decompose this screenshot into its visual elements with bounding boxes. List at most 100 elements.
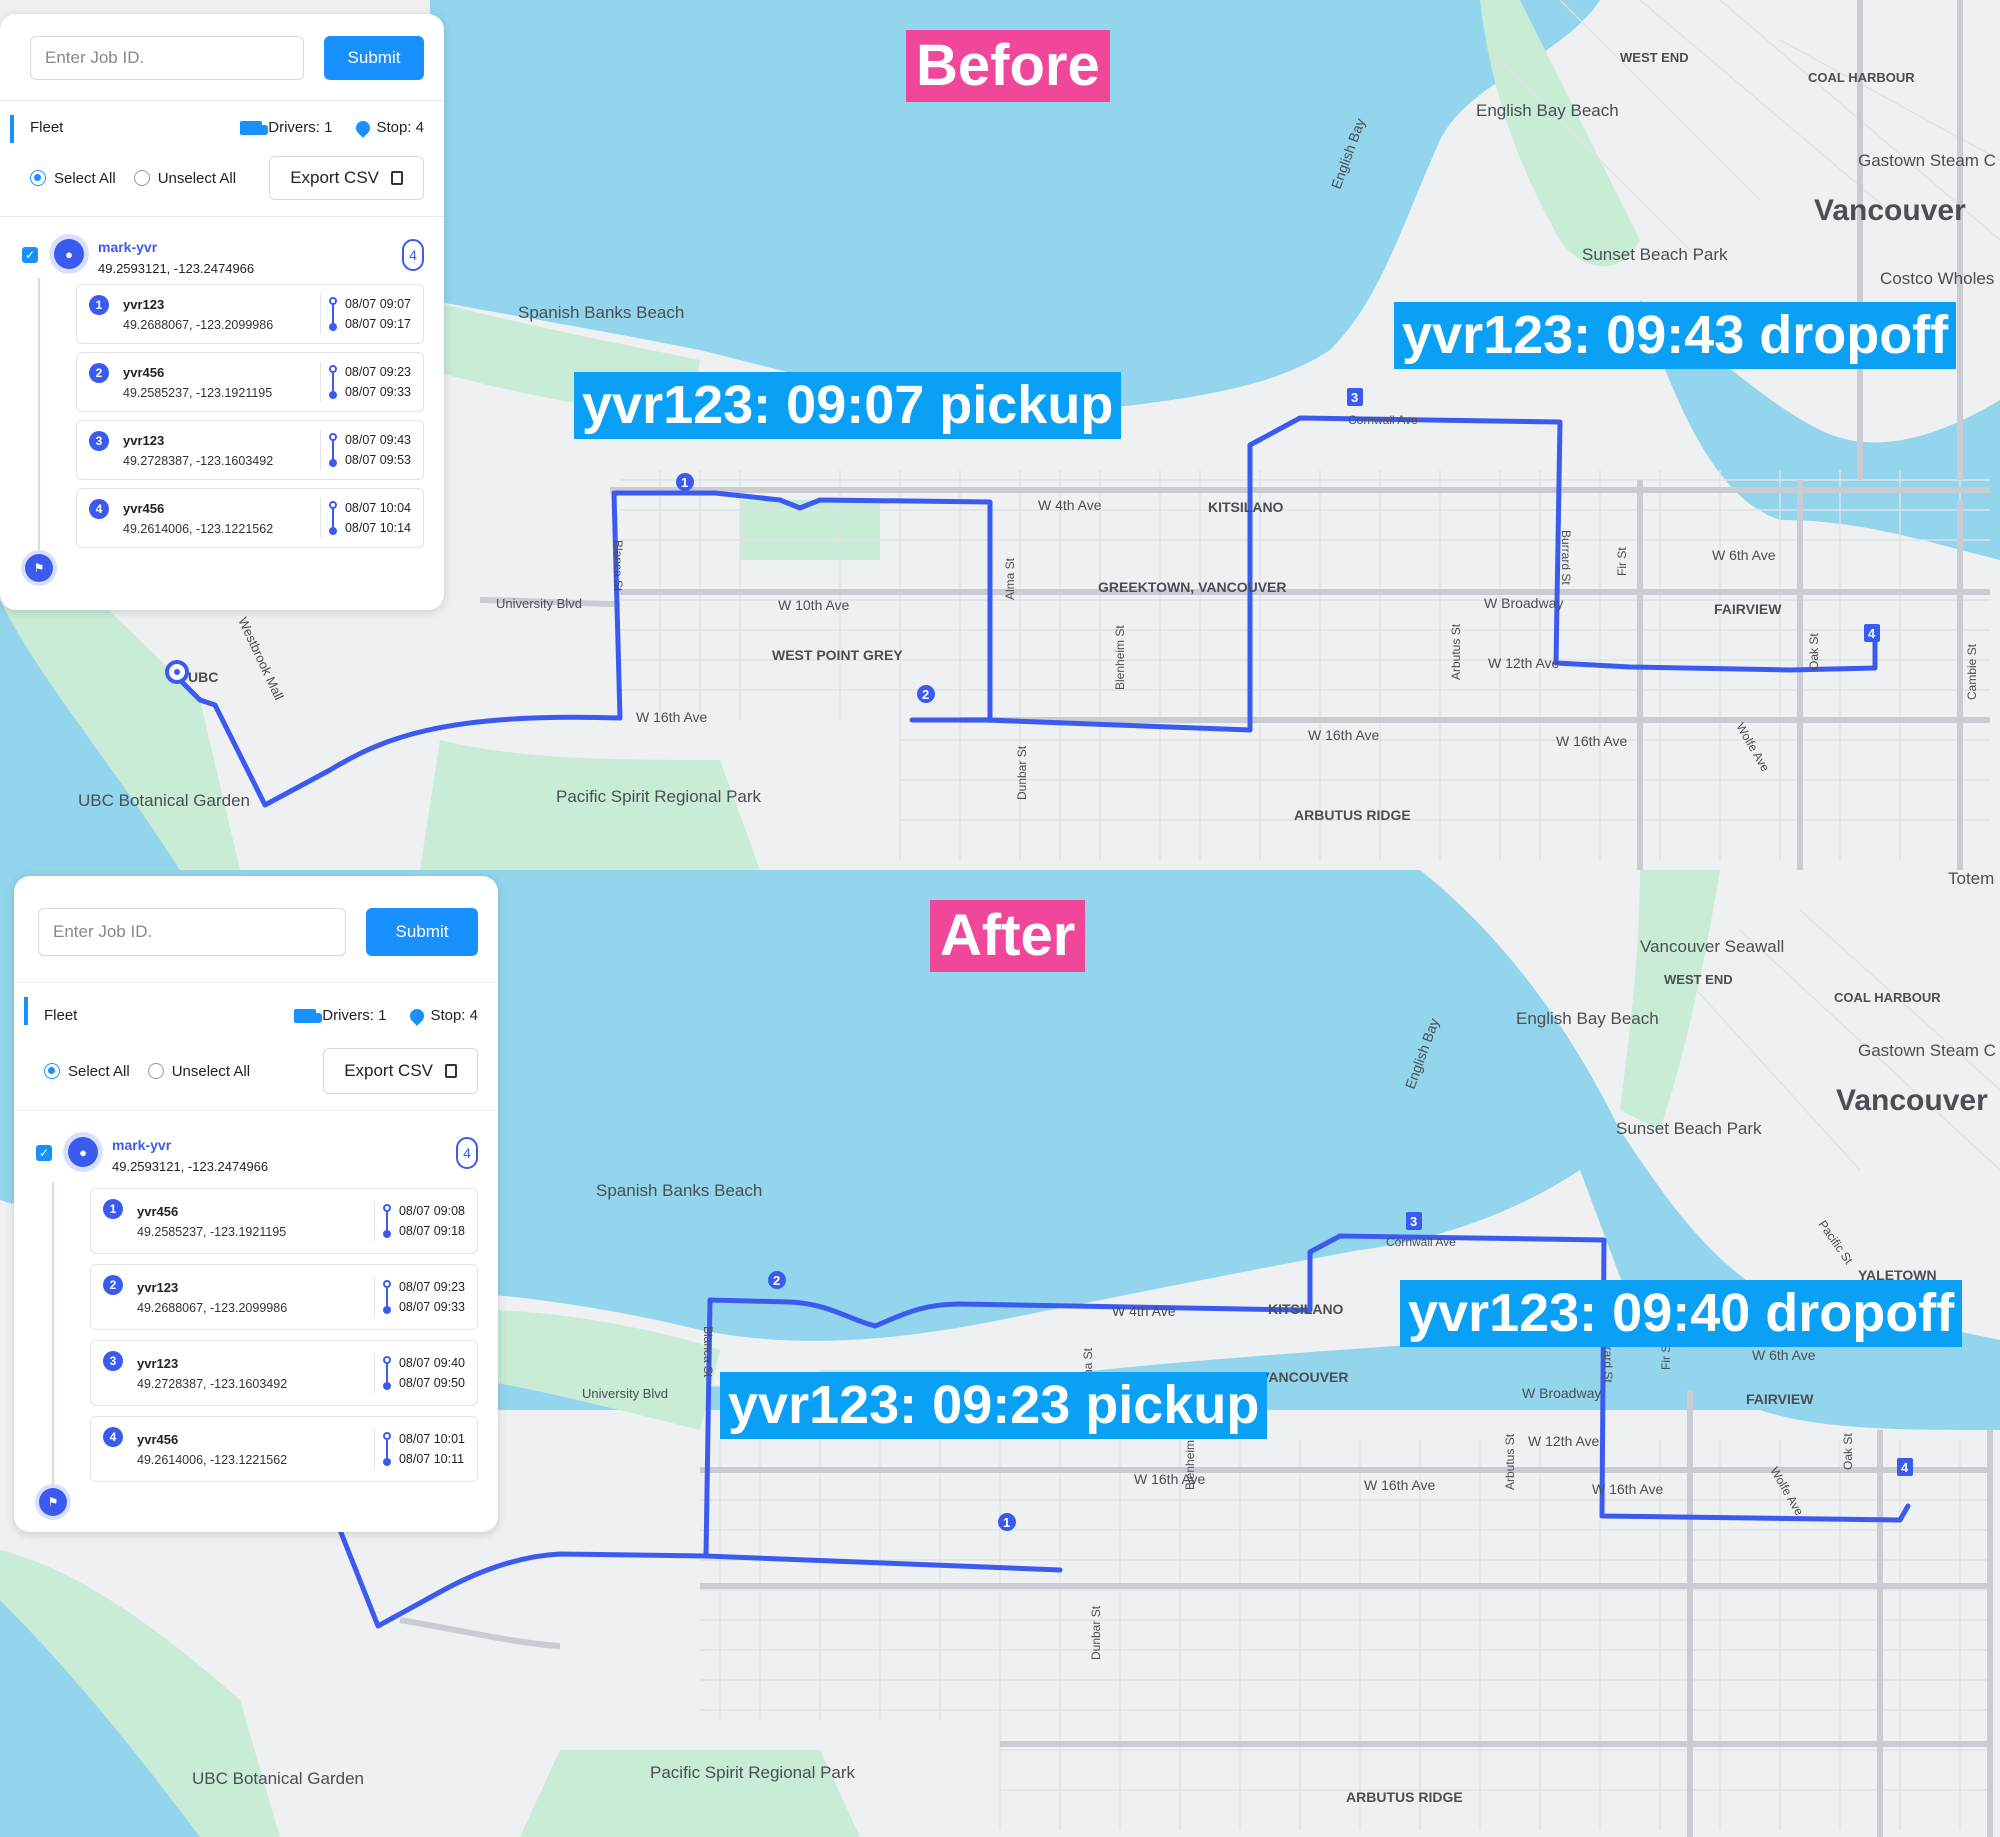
svg-text:Vancouver Seawall: Vancouver Seawall [1640,937,1784,956]
driver-row[interactable]: ✓ ● mark-yvr 49.2593121, -123.2474966 4 [14,1111,498,1174]
stop-card[interactable]: 3 yvr123 49.2728387, -123.1603492 08/07 09:… [90,1340,478,1406]
driver-stop-count-badge: 4 [402,239,424,271]
unselect-all-radio[interactable]: Unselect All [147,1063,250,1080]
svg-text:2: 2 [922,687,929,702]
timeline-icon [328,365,337,399]
copy-icon [445,1064,457,1078]
svg-text:University Blvd: University Blvd [582,1386,668,1401]
svg-text:Arbutus St: Arbutus St [1449,623,1463,680]
stops-count: Stop: 4 [376,119,424,136]
export-csv-button[interactable]: Export CSV [269,156,424,200]
fleet-summary: Fleet Drivers: 1 Stop: 4 [14,983,498,1026]
stop-job-id: yvr456 [123,500,165,516]
driver-name[interactable]: mark-yvr [98,239,402,255]
fleet-panel: Enter Job ID. Submit Fleet Drivers: 1 St… [14,876,498,1532]
driver-checkbox[interactable]: ✓ [36,1145,52,1161]
svg-text:1: 1 [1003,1515,1010,1530]
stop-job-id: yvr123 [137,1355,179,1371]
stop-time-window: 08/07 09:07 08/07 09:17 [319,294,411,334]
stop-card[interactable]: 4 yvr456 49.2614006, -123.1221562 08/07 10:… [76,488,424,548]
svg-text:W 12th Ave: W 12th Ave [1488,655,1560,671]
svg-text:Dunbar St: Dunbar St [1015,745,1029,800]
stop-card[interactable]: 3 yvr123 49.2728387, -123.1603492 08/07 09:… [76,420,424,480]
svg-text:W 16th Ave: W 16th Ave [1592,1481,1664,1497]
stop-time-window: 08/07 09:43 08/07 09:53 [319,430,411,470]
stop-number-badge: 4 [89,499,109,519]
driver-row[interactable]: ✓ ● mark-yvr 49.2593121, -123.2474966 4 [0,217,444,276]
svg-text:Oak St: Oak St [1841,1433,1855,1470]
stop-card[interactable]: 2 yvr456 49.2585237, -123.1921195 08/07 09:… [76,352,424,412]
svg-text:Spanish Banks Beach: Spanish Banks Beach [518,303,684,322]
drivers-count: Drivers: 1 [322,1007,387,1024]
stop-end-time: 08/07 09:18 [398,1224,465,1238]
stop-end-time: 08/07 10:11 [398,1452,465,1466]
svg-text:UBC: UBC [188,669,218,685]
svg-text:Vancouver: Vancouver [1814,194,1966,227]
before-view: 1 2 3 4 WEST END COAL HARBOUR Vancouver … [0,0,2000,870]
location-pin-icon [353,117,374,138]
svg-text:Pacific Spirit Regional Park: Pacific Spirit Regional Park [650,1763,856,1782]
svg-text:W 16th Ave: W 16th Ave [636,709,708,725]
copy-icon [391,171,403,185]
timeline-icon [382,1280,391,1314]
unselect-all-radio[interactable]: Unselect All [133,170,236,187]
svg-text:FAIRVIEW: FAIRVIEW [1714,601,1782,617]
after-tag: After [930,900,1086,972]
svg-text:WEST END: WEST END [1664,972,1733,987]
stop-start-time: 08/07 09:08 [398,1204,465,1218]
stop-card[interactable]: 2 yvr123 49.2688067, -123.2099986 08/07 09:… [90,1264,478,1330]
stop-start-time: 08/07 10:04 [344,501,411,515]
before-tag: Before [906,30,1110,102]
stop-end-time: 08/07 09:53 [344,453,411,467]
stop-end-time: 08/07 10:14 [344,521,411,535]
svg-text:3: 3 [1351,390,1358,405]
svg-text:W Broadway: W Broadway [1484,595,1563,611]
svg-text:4: 4 [1868,626,1876,641]
svg-text:ARBUTUS RIDGE: ARBUTUS RIDGE [1294,807,1411,823]
svg-text:W 16th Ave: W 16th Ave [1308,727,1380,743]
stop-end-time: 08/07 09:50 [398,1376,465,1390]
svg-text:Alma St: Alma St [1003,557,1017,600]
svg-text:GREEKTOWN, VANCOUVER: GREEKTOWN, VANCOUVER [1098,579,1287,595]
submit-button[interactable]: Submit [324,36,424,80]
stops-count: Stop: 4 [430,1007,478,1024]
stop-number-badge: 1 [89,295,109,315]
job-id-input[interactable]: Enter Job ID. [38,908,346,956]
timeline-icon [382,1432,391,1466]
svg-text:W 12th Ave: W 12th Ave [1528,1433,1600,1449]
after-view: 1 2 3 4 WEST END COAL HARBOUR Vancouver … [0,870,2000,1837]
stop-start-time: 08/07 09:43 [344,433,411,447]
svg-text:FAIRVIEW: FAIRVIEW [1746,1391,1814,1407]
svg-text:W 6th Ave: W 6th Ave [1712,547,1776,563]
svg-text:Burrard St: Burrard St [1559,530,1573,585]
car-icon: ● [68,1137,98,1167]
stop-card[interactable]: 1 yvr456 49.2585237, -123.1921195 08/07 09:… [90,1188,478,1254]
svg-text:W 10th Ave: W 10th Ave [778,597,850,613]
timeline-icon [382,1356,391,1390]
svg-text:2: 2 [773,1273,780,1288]
stop-card[interactable]: 1 yvr123 49.2688067, -123.2099986 08/07 09:… [76,284,424,344]
svg-text:WEST END: WEST END [1620,50,1689,65]
svg-text:English Bay Beach: English Bay Beach [1516,1009,1659,1028]
driver-name[interactable]: mark-yvr [112,1137,456,1153]
select-all-radio[interactable]: Select All [44,1063,130,1080]
submit-button[interactable]: Submit [366,908,478,956]
job-id-input[interactable]: Enter Job ID. [30,36,304,80]
driver-checkbox[interactable]: ✓ [22,247,38,263]
timeline-icon [328,297,337,331]
location-pin-icon [407,1005,428,1026]
stop-coordinates: 49.2614006, -123.1221562 [123,521,274,536]
stop-number-badge: 3 [89,431,109,451]
svg-text:UBC Botanical Garden: UBC Botanical Garden [78,791,250,810]
stop-start-time: 08/07 09:40 [398,1356,465,1370]
stop-number-badge: 4 [103,1427,123,1447]
export-csv-button[interactable]: Export CSV [323,1048,478,1094]
svg-text:W 16th Ave: W 16th Ave [1556,733,1628,749]
svg-text:Blanca St: Blanca St [611,540,625,592]
stop-time-window: 08/07 10:01 08/07 10:11 [373,1429,465,1469]
select-all-radio[interactable]: Select All [30,170,116,187]
svg-text:Blanca St: Blanca St [701,1326,715,1378]
stop-card[interactable]: 4 yvr456 49.2614006, -123.1221562 08/07 10:… [90,1416,478,1482]
svg-text:Cornwall Ave: Cornwall Ave [1348,413,1418,427]
stop-list: ⚑ 1 yvr456 49.2585237, -123.1921195 08/07 0… [39,1182,478,1516]
